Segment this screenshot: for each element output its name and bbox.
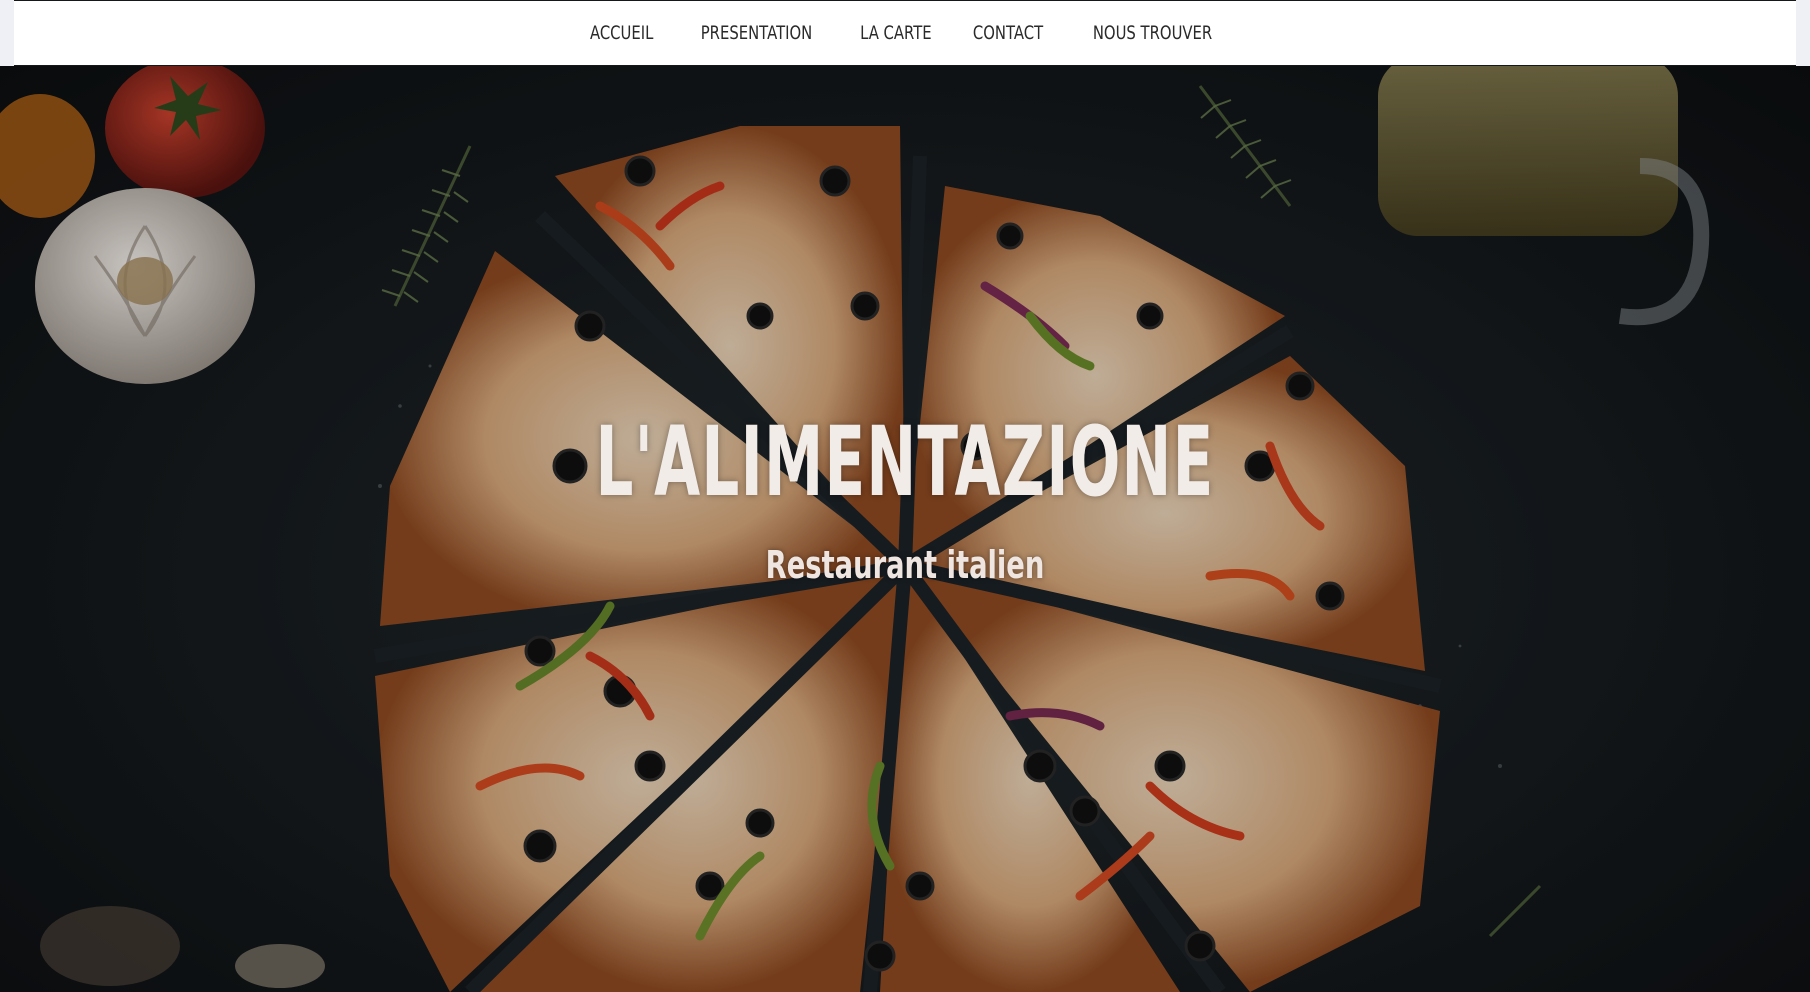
hero-subtitle: Restaurant italien [765, 543, 1045, 587]
nav-item-nous-trouver[interactable]: NOUS TROUVER [1092, 22, 1211, 44]
nav-item-contact[interactable]: CONTACT [973, 22, 1043, 44]
hero-title: L'ALIMENTAZIONE [595, 406, 1215, 518]
page-edge-right [1796, 0, 1810, 66]
nav-item-presentation[interactable]: PRESENTATION [700, 22, 812, 44]
hero-dark-overlay [0, 66, 1810, 992]
nav-item-accueil[interactable]: ACCUEIL [590, 22, 653, 44]
main-navigation: ACCUEIL PRESENTATION LA CARTE CONTACT NO… [14, 1, 1796, 65]
hero-banner: L'ALIMENTAZIONE Restaurant italien [0, 66, 1810, 992]
nav-menu: ACCUEIL PRESENTATION LA CARTE CONTACT NO… [581, 22, 1228, 44]
page-edge-left [0, 0, 14, 66]
nav-item-la-carte[interactable]: LA CARTE [860, 22, 932, 44]
